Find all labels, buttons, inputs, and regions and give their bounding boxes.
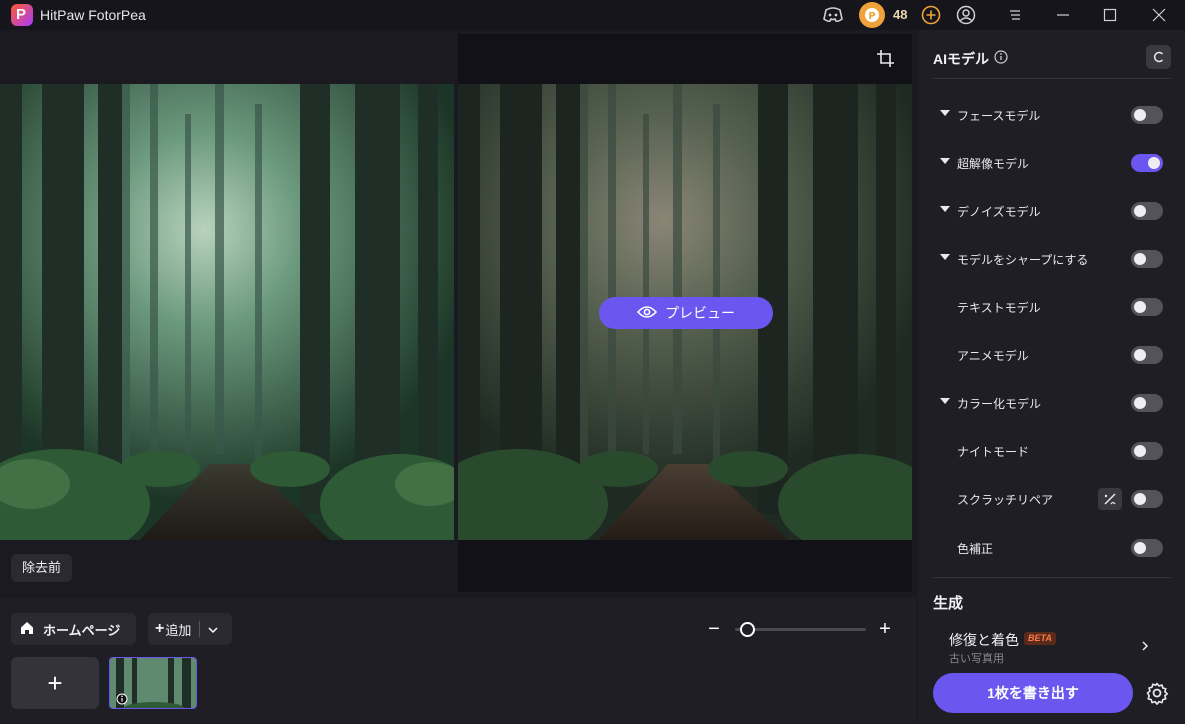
- chevron-down-icon[interactable]: [208, 622, 218, 637]
- model-row[interactable]: 超解像モデル: [933, 149, 1171, 177]
- credits-coin-icon: P: [859, 2, 885, 28]
- panel-title: AIモデル: [933, 51, 989, 67]
- model-label: モデルをシャープにする: [957, 253, 1089, 267]
- crop-icon[interactable]: [876, 49, 896, 69]
- restore-colorize-item[interactable]: 修復と着色 BETA 古い写真用: [933, 626, 1171, 668]
- svg-text:P: P: [868, 11, 875, 22]
- caret-down-icon[interactable]: [940, 398, 950, 404]
- model-label: デノイズモデル: [957, 205, 1041, 219]
- model-label: 超解像モデル: [957, 157, 1030, 171]
- model-label: アニメモデル: [957, 349, 1029, 363]
- close-icon[interactable]: [1148, 4, 1170, 26]
- model-toggle[interactable]: [1131, 442, 1163, 460]
- eye-icon: [636, 305, 658, 322]
- home-button[interactable]: ホームページ: [11, 613, 136, 645]
- divider: [933, 577, 1171, 578]
- add-image-tile[interactable]: +: [11, 657, 99, 709]
- account-icon[interactable]: [955, 4, 977, 26]
- model-toggle[interactable]: [1131, 346, 1163, 364]
- add-credits-icon[interactable]: [920, 4, 942, 26]
- model-toggle[interactable]: [1131, 539, 1163, 557]
- toggle-knob: [1134, 493, 1146, 505]
- minimize-icon[interactable]: [1052, 4, 1074, 26]
- model-row[interactable]: スクラッチリペア: [933, 485, 1171, 513]
- model-toggle[interactable]: [1131, 394, 1163, 412]
- gear-icon[interactable]: [1145, 681, 1169, 705]
- model-row[interactable]: モデルをシャープにする: [933, 245, 1171, 273]
- model-toggle[interactable]: [1131, 298, 1163, 316]
- export-button[interactable]: 1枚を書き出す: [933, 673, 1133, 713]
- caret-down-icon[interactable]: [940, 206, 950, 212]
- model-toggle[interactable]: [1131, 202, 1163, 220]
- original-image: [0, 84, 454, 540]
- brush-tool-icon[interactable]: [1098, 488, 1122, 510]
- model-label: フェースモデル: [957, 109, 1041, 123]
- beta-badge: BETA: [1024, 632, 1056, 645]
- divider: [933, 78, 1171, 79]
- maximize-icon[interactable]: [1099, 4, 1121, 26]
- model-label: スクラッチリペア: [957, 493, 1054, 507]
- zoom-slider[interactable]: [735, 628, 866, 631]
- model-toggle[interactable]: [1131, 106, 1163, 124]
- toggle-knob: [1148, 157, 1160, 169]
- plus-icon: +: [155, 620, 165, 637]
- toggle-knob: [1134, 205, 1146, 217]
- home-label: ホームページ: [43, 622, 121, 638]
- toggle-knob: [1134, 397, 1146, 409]
- menu-icon[interactable]: [1004, 4, 1026, 26]
- info-icon[interactable]: [994, 50, 1008, 64]
- model-row[interactable]: アニメモデル: [933, 341, 1171, 369]
- app-title: HitPaw FotorPea: [40, 7, 146, 23]
- preview-label: プレビュー: [665, 305, 735, 321]
- before-label: 除去前: [11, 554, 73, 582]
- zoom-slider-thumb[interactable]: [739, 622, 755, 637]
- zoom-in-button[interactable]: +: [875, 619, 895, 639]
- ai-model-panel: [918, 30, 1185, 724]
- model-row[interactable]: フェースモデル: [933, 101, 1171, 129]
- model-toggle[interactable]: [1131, 250, 1163, 268]
- model-label: ナイトモード: [957, 445, 1030, 459]
- model-toggle[interactable]: [1131, 490, 1163, 508]
- info-icon[interactable]: [116, 692, 128, 705]
- add-button[interactable]: + 追加: [148, 613, 232, 645]
- toggle-knob: [1134, 445, 1146, 457]
- app-logo-icon: P: [11, 4, 33, 26]
- toggle-knob: [1134, 109, 1146, 121]
- caret-down-icon[interactable]: [940, 158, 950, 164]
- preview-button[interactable]: プレビュー: [599, 297, 773, 329]
- add-divider: [199, 621, 201, 637]
- generate-section-title: 生成: [933, 595, 964, 612]
- reset-button[interactable]: [1146, 45, 1171, 69]
- add-label: 追加: [165, 622, 192, 638]
- caret-down-icon[interactable]: [940, 254, 950, 260]
- credits-count: 48: [893, 7, 908, 22]
- model-toggle[interactable]: [1131, 154, 1163, 172]
- discord-icon[interactable]: [822, 4, 844, 26]
- toggle-knob: [1134, 349, 1146, 361]
- toggle-knob: [1134, 542, 1146, 554]
- model-label: 色補正: [957, 542, 994, 556]
- restore-colorize-subtitle: 古い写真用: [949, 653, 1004, 665]
- chevron-right-icon: [1139, 639, 1151, 651]
- model-row[interactable]: テキストモデル: [933, 293, 1171, 321]
- home-icon: [19, 620, 35, 639]
- zoom-out-button[interactable]: −: [705, 619, 723, 639]
- model-row[interactable]: ナイトモード: [933, 437, 1171, 465]
- toggle-knob: [1134, 301, 1146, 313]
- model-row[interactable]: カラー化モデル: [933, 389, 1171, 417]
- model-label: カラー化モデル: [957, 397, 1042, 411]
- model-row[interactable]: 色補正: [933, 534, 1171, 562]
- model-row[interactable]: デノイズモデル: [933, 197, 1171, 225]
- caret-down-icon[interactable]: [940, 110, 950, 116]
- toggle-knob: [1134, 253, 1146, 265]
- restore-colorize-title: 修復と着色: [949, 632, 1019, 648]
- plus-icon: +: [47, 667, 63, 698]
- model-label: テキストモデル: [957, 301, 1041, 315]
